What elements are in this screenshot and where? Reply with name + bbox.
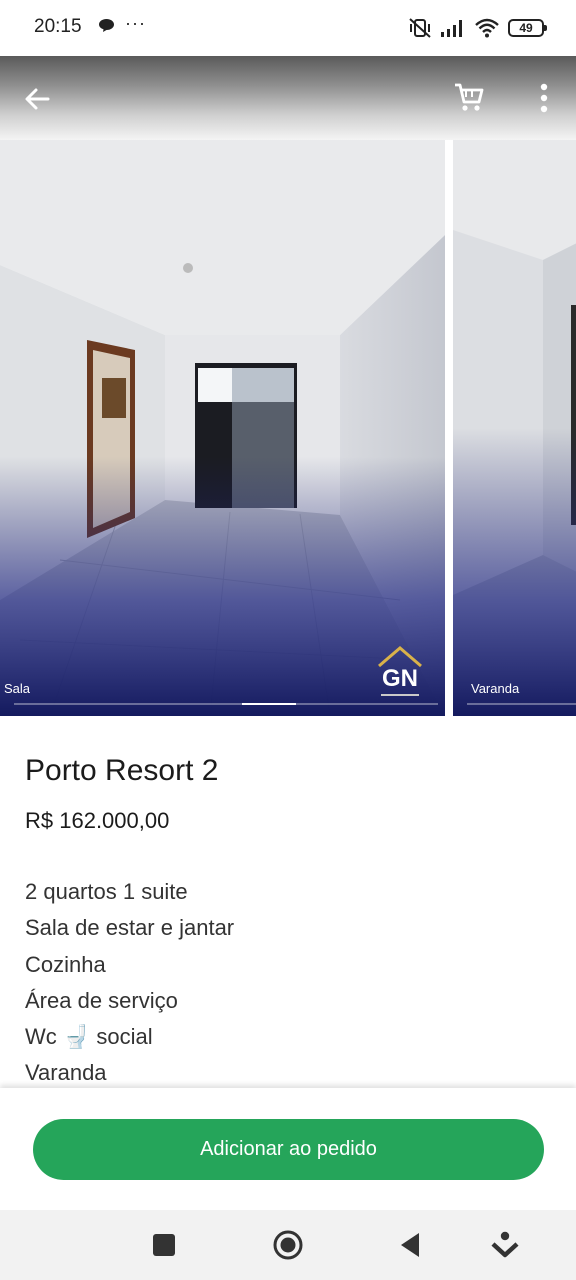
status-time: 20:15 — [34, 16, 82, 37]
gallery-slide-varanda[interactable]: Varanda — [453, 140, 576, 716]
room-photo-varanda — [453, 140, 576, 716]
more-vert-icon[interactable] — [530, 80, 558, 116]
description-line: Varanda — [25, 1060, 107, 1086]
shopping-cart-icon[interactable] — [452, 80, 486, 114]
signal-icon — [441, 20, 462, 37]
battery-icon: 49 — [508, 19, 547, 37]
slide-caption: Sala — [4, 681, 31, 696]
more-dots-icon: ··· — [125, 12, 146, 33]
product-details: Porto Resort 2 R$ 162.000,00 2 quartos 1… — [0, 716, 576, 1088]
gallery-progress-thumb — [242, 703, 296, 705]
assistant-icon[interactable] — [488, 1228, 522, 1262]
app-header — [0, 56, 576, 140]
product-price: R$ 162.000,00 — [25, 808, 170, 833]
gallery-slide-sala[interactable]: GN Sala — [0, 140, 445, 716]
gallery-progress-track — [14, 703, 438, 705]
status-left-icons: ··· — [98, 14, 146, 33]
action-area: Adicionar ao pedido — [0, 1088, 576, 1210]
chat-bubble-icon — [99, 19, 114, 32]
gn-logo: GN — [378, 646, 422, 696]
description-line: Sala de estar e jantar — [25, 915, 235, 941]
square-icon[interactable] — [147, 1228, 181, 1262]
description-line: Cozinha — [25, 951, 106, 977]
wifi-icon — [475, 18, 499, 38]
system-nav-bar — [0, 1210, 576, 1280]
vibrate-off-icon — [409, 18, 431, 38]
product-title: Porto Resort 2 — [25, 754, 219, 787]
description-line: Área de serviço — [25, 987, 178, 1013]
back-triangle-icon[interactable] — [393, 1228, 427, 1262]
status-bar: 20:15 ··· 49 — [0, 0, 576, 56]
gallery-progress-track — [467, 703, 576, 705]
product-description: 2 quartos 1 suite Sala de estar e jantar… — [25, 874, 234, 1088]
status-right-icons: 49 — [408, 17, 547, 39]
description-line: Wc 🚽 social — [25, 1024, 153, 1050]
image-gallery[interactable]: GN Sala Varanda — [0, 140, 576, 716]
svg-text:GN: GN — [382, 665, 418, 692]
add-to-order-button[interactable]: Adicionar ao pedido — [33, 1119, 544, 1180]
description-line: 2 quartos 1 suite — [25, 879, 188, 904]
circle-home-icon[interactable] — [271, 1228, 305, 1262]
slide-caption: Varanda — [471, 681, 520, 696]
room-photo-sala — [0, 140, 445, 716]
back-arrow-icon[interactable] — [20, 82, 54, 116]
battery-level: 49 — [519, 21, 533, 35]
